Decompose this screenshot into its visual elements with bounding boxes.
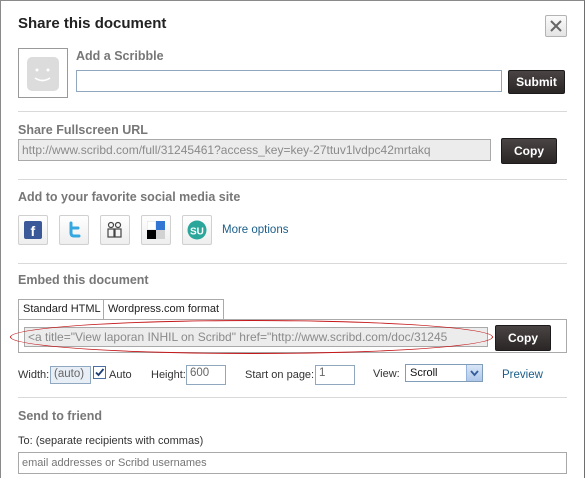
delicious-icon bbox=[147, 221, 165, 239]
dialog-title: Share this document bbox=[18, 15, 167, 32]
start-page-label: Start on page: bbox=[245, 369, 315, 381]
delicious-button[interactable] bbox=[141, 215, 171, 245]
tab-standard-html[interactable]: Standard HTML bbox=[18, 299, 106, 319]
auto-label: Auto bbox=[109, 369, 132, 381]
more-options-link[interactable]: More options bbox=[222, 224, 288, 236]
height-input[interactable]: 600 bbox=[186, 365, 226, 385]
divider bbox=[18, 111, 567, 112]
submit-button[interactable]: Submit bbox=[508, 70, 565, 94]
copy-url-button[interactable]: Copy bbox=[501, 138, 557, 164]
start-page-input[interactable]: 1 bbox=[315, 365, 355, 385]
fullscreen-url-label: Share Fullscreen URL bbox=[18, 123, 148, 137]
close-icon bbox=[550, 20, 562, 32]
twitter-icon bbox=[69, 221, 81, 238]
send-friend-label: Send to friend bbox=[18, 409, 103, 423]
avatar bbox=[18, 48, 68, 98]
divider bbox=[18, 263, 567, 264]
stumbleupon-icon: SU bbox=[187, 220, 207, 240]
tab-wordpress-format[interactable]: Wordpress.com format bbox=[103, 299, 225, 319]
highlight-ellipse bbox=[10, 320, 493, 354]
scribble-input[interactable] bbox=[76, 70, 502, 92]
social-label: Add to your favorite social media site bbox=[18, 190, 241, 204]
chevron-down-icon bbox=[470, 370, 479, 377]
view-select[interactable]: Scroll bbox=[405, 364, 483, 382]
facebook-icon: f bbox=[24, 221, 42, 239]
height-label: Height: bbox=[151, 369, 186, 381]
width-label: Width: bbox=[18, 369, 50, 381]
preview-link[interactable]: Preview bbox=[502, 369, 543, 381]
recipients-label: To: (separate recipients with commas) bbox=[18, 435, 204, 447]
close-button[interactable] bbox=[545, 15, 567, 37]
view-selected-value: Scroll bbox=[410, 367, 438, 379]
recipients-input[interactable] bbox=[18, 452, 567, 474]
copy-embed-button[interactable]: Copy bbox=[495, 325, 551, 351]
stumbleupon-button[interactable]: SU bbox=[182, 215, 212, 245]
fullscreen-url-field[interactable]: http://www.scribd.com/full/31245461?acce… bbox=[18, 139, 491, 161]
scribble-label: Add a Scribble bbox=[76, 49, 164, 63]
divider bbox=[18, 397, 567, 398]
embed-label: Embed this document bbox=[18, 273, 149, 287]
divider bbox=[18, 179, 567, 180]
default-avatar-icon bbox=[27, 57, 59, 91]
myspace-button[interactable] bbox=[100, 215, 130, 245]
dropdown-button[interactable] bbox=[466, 365, 482, 381]
view-label: View: bbox=[373, 368, 400, 380]
width-input[interactable]: (auto) bbox=[50, 366, 91, 384]
myspace-icon bbox=[107, 221, 122, 238]
twitter-button[interactable] bbox=[59, 215, 89, 245]
svg-text:SU: SU bbox=[190, 227, 204, 238]
checkmark-icon bbox=[95, 368, 105, 377]
svg-text:f: f bbox=[31, 223, 36, 239]
facebook-button[interactable]: f bbox=[18, 215, 48, 245]
auto-checkbox[interactable] bbox=[93, 366, 106, 379]
